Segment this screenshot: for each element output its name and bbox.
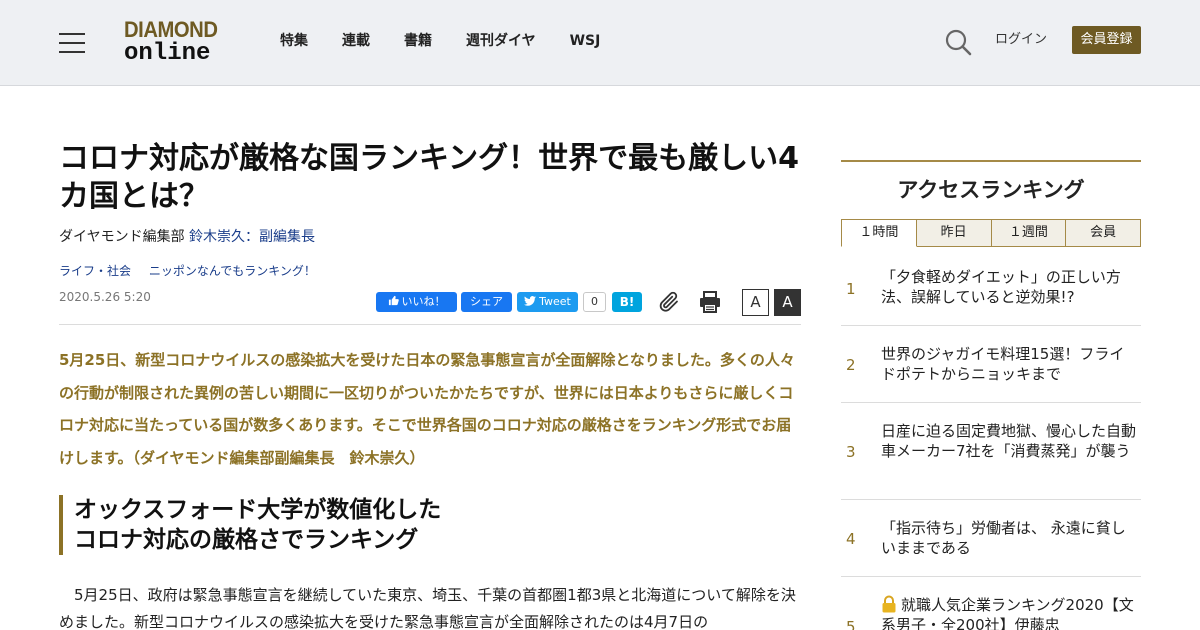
font-size-large-button[interactable]: A bbox=[774, 289, 801, 316]
ranking-headline: 日産に迫る固定費地獄、慢心した自動車メーカー7社を「消費蒸発」が襲う bbox=[881, 422, 1137, 460]
ranking-headline: 世界のジャガイモ料理15選！フライドポテトからニョッキまで bbox=[881, 345, 1125, 383]
ranking-item[interactable]: 2 世界のジャガイモ料理15選！フライドポテトからニョッキまで bbox=[841, 326, 1141, 403]
printer-icon[interactable] bbox=[698, 290, 722, 314]
site-header: DIAMOND online 特集 連載 書籍 週刊ダイヤ WSJ ログイン 会… bbox=[0, 0, 1200, 86]
nav-item-wsj[interactable]: WSJ bbox=[570, 31, 601, 51]
byline-author-link[interactable]: 鈴木崇久：副編集長 bbox=[189, 229, 315, 245]
site-logo[interactable]: DIAMOND online bbox=[124, 19, 228, 67]
logo-line2: online bbox=[124, 40, 211, 67]
article-body: 5月25日、政府は緊急事態宣言を継続していた東京、埼玉、千葉の首都圏1都3県と北… bbox=[59, 586, 796, 630]
paperclip-icon[interactable] bbox=[657, 290, 681, 314]
register-button[interactable]: 会員登録 bbox=[1072, 26, 1141, 54]
ranking-headline-wrap: 就職人気企業ランキング2020【文系男子・全200社】伊藤忠 bbox=[881, 595, 1139, 630]
ranking-item[interactable]: 1 「夕食軽めダイエット」の正しい方法、誤解していると逆効果!? bbox=[841, 248, 1141, 326]
tweet-count: 0 bbox=[583, 292, 606, 312]
tweet-button[interactable]: Tweet bbox=[517, 292, 578, 312]
nav-item-feature[interactable]: 特集 bbox=[280, 31, 308, 51]
tag-link-ranking-series[interactable]: ニッポンなんでもランキング！ bbox=[149, 264, 316, 278]
ranking-item[interactable]: 5 就職人気企業ランキング2020【文系男子・全200社】伊藤忠 bbox=[841, 577, 1141, 630]
ranking-headline: 就職人気企業ランキング2020【文系男子・全200社】伊藤忠 bbox=[881, 596, 1134, 630]
ranking-headline: 「指示待ち」労働者は、 永遠に貧しいままである bbox=[881, 519, 1126, 557]
logo-line1: DIAMOND bbox=[124, 17, 218, 42]
tab-members[interactable]: 会員 bbox=[1066, 219, 1141, 247]
nav-item-series[interactable]: 連載 bbox=[342, 31, 370, 51]
sidebar-divider bbox=[841, 160, 1141, 162]
nav-item-books[interactable]: 書籍 bbox=[404, 31, 432, 51]
ranking-number: 4 bbox=[846, 530, 856, 548]
subheading-line2: コロナ対応の厳格さでランキング bbox=[74, 527, 419, 553]
divider bbox=[59, 324, 801, 325]
tag-link-life-society[interactable]: ライフ・社会 bbox=[59, 264, 131, 278]
search-icon[interactable] bbox=[944, 28, 972, 56]
main-nav: 特集 連載 書籍 週刊ダイヤ WSJ bbox=[280, 31, 634, 51]
twitter-bird-icon bbox=[524, 296, 537, 306]
ranking-headline: 「夕食軽めダイエット」の正しい方法、誤解していると逆効果!? bbox=[881, 268, 1121, 306]
menu-icon[interactable] bbox=[59, 31, 85, 53]
login-link[interactable]: ログイン bbox=[995, 31, 1047, 49]
ranking-number: 2 bbox=[846, 356, 856, 374]
facebook-like-label: いいね！ bbox=[401, 295, 446, 308]
nav-item-weekly-diamond[interactable]: 週刊ダイヤ bbox=[466, 31, 536, 51]
font-size-small-button[interactable]: A bbox=[742, 289, 769, 316]
thumbs-up-icon bbox=[388, 295, 399, 306]
ranking-title: アクセスランキング bbox=[897, 178, 1085, 202]
byline-dept: ダイヤモンド編集部 bbox=[59, 229, 190, 245]
tab-1hour[interactable]: １時間 bbox=[841, 219, 917, 247]
subheading-line1: オックスフォード大学が数値化した bbox=[74, 497, 442, 523]
hatena-bookmark-button[interactable]: B! bbox=[612, 292, 642, 312]
tweet-label: Tweet bbox=[539, 295, 571, 308]
ranking-number: 5 bbox=[846, 618, 856, 630]
ranking-number: 1 bbox=[846, 280, 856, 298]
article-tags: ライフ・社会 ニッポンなんでもランキング！ bbox=[59, 262, 330, 280]
ranking-tabs: １時間 昨日 １週間 会員 bbox=[841, 219, 1141, 247]
ranking-item[interactable]: 4 「指示待ち」労働者は、 永遠に貧しいままである bbox=[841, 500, 1141, 577]
article-subheading: オックスフォード大学が数値化した コロナ対応の厳格さでランキング bbox=[59, 495, 801, 555]
article-title: コロナ対応が厳格な国ランキング！世界で最も厳しい4カ国とは？ bbox=[59, 141, 799, 214]
byline: ダイヤモンド編集部 鈴木崇久：副編集長 bbox=[59, 227, 315, 247]
facebook-like-button[interactable]: いいね！ bbox=[376, 292, 457, 312]
tab-yesterday[interactable]: 昨日 bbox=[916, 219, 992, 247]
tab-1week[interactable]: １週間 bbox=[991, 219, 1067, 247]
ranking-number: 3 bbox=[846, 443, 856, 461]
lock-icon bbox=[882, 595, 896, 613]
article-lead: 5月25日、新型コロナウイルスの感染拡大を受けた日本の緊急事態宣言が全面解除とな… bbox=[59, 351, 795, 467]
ranking-item[interactable]: 3 日産に迫る固定費地獄、慢心した自動車メーカー7社を「消費蒸発」が襲う bbox=[841, 403, 1141, 500]
facebook-share-button[interactable]: シェア bbox=[461, 292, 512, 312]
publish-date: 2020.5.26 5:20 bbox=[59, 290, 151, 304]
